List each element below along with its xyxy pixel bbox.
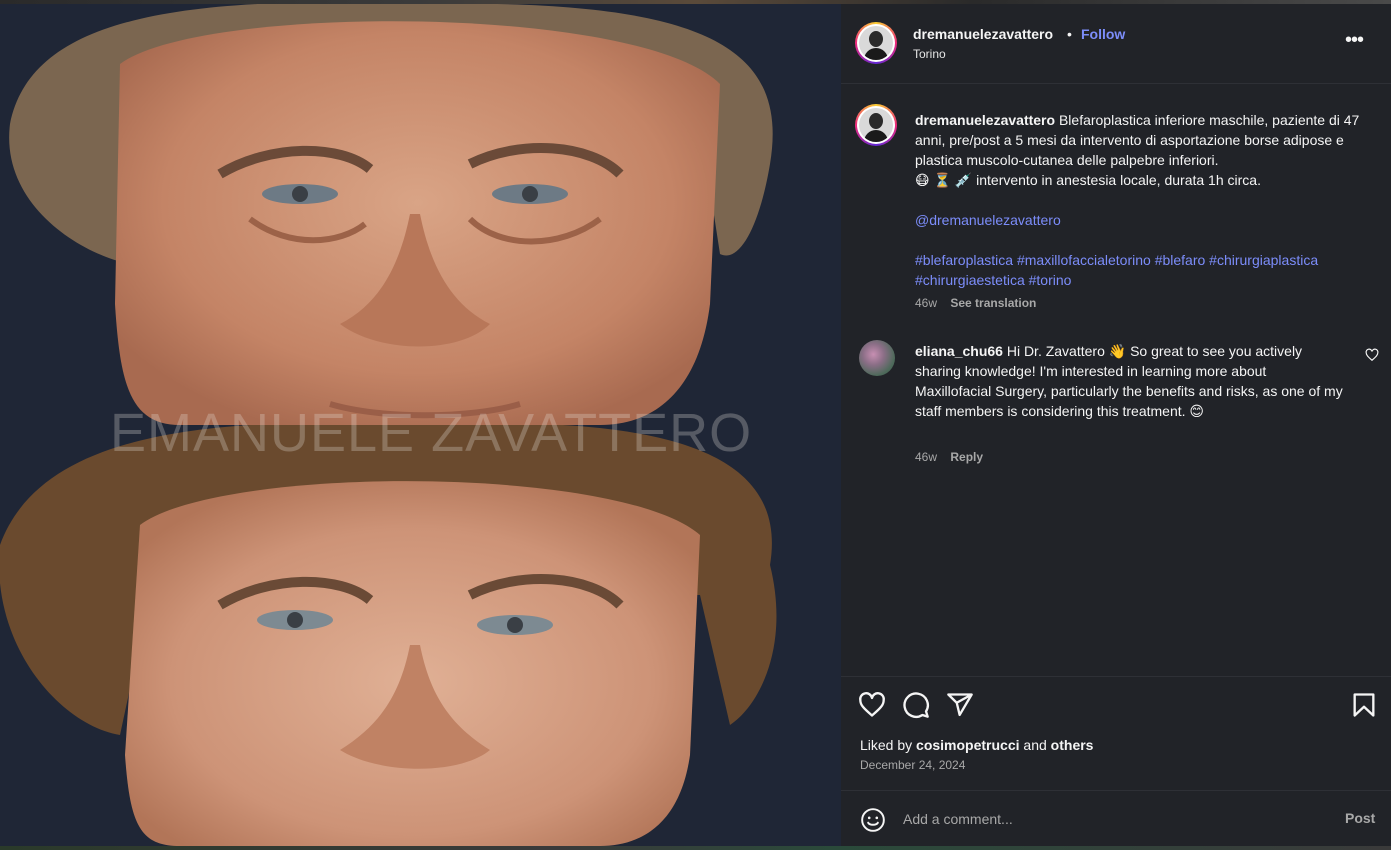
- add-comment-bar: Post: [841, 790, 1391, 846]
- heart-icon[interactable]: [858, 691, 886, 719]
- caption-age: 46w: [915, 296, 938, 310]
- caption-username[interactable]: dremanuelezavattero: [915, 112, 1055, 128]
- emoji-icon[interactable]: [860, 807, 886, 833]
- hashtag[interactable]: #blefaro: [1155, 252, 1206, 268]
- caption-meta: 46w See translation: [915, 296, 1046, 310]
- before-photo: [0, 4, 841, 425]
- post-sidebar: dremanuelezavattero • Follow Torino ••• …: [841, 4, 1391, 846]
- comment-meta: 46w Reply: [915, 450, 993, 464]
- media-watermark: EMANUELE ZAVATTERO: [110, 403, 753, 463]
- share-icon[interactable]: [946, 691, 974, 719]
- separator-dot: •: [1067, 26, 1072, 42]
- hashtag[interactable]: #chirurgiaplastica: [1209, 252, 1318, 268]
- author-avatar[interactable]: [855, 22, 897, 64]
- action-bar: [841, 676, 1391, 736]
- reply-button[interactable]: Reply: [950, 450, 983, 464]
- hashtag[interactable]: #blefaroplastica: [915, 252, 1013, 268]
- commenter-avatar[interactable]: [859, 340, 895, 376]
- hashtag[interactable]: #maxillofaccialetorino: [1017, 252, 1151, 268]
- follow-button[interactable]: Follow: [1081, 26, 1125, 42]
- comment-like-icon[interactable]: [1365, 348, 1379, 362]
- likes-conj: and: [1023, 737, 1047, 753]
- likes-others-link[interactable]: others: [1051, 737, 1094, 753]
- background-feed-strip-bottom: [0, 846, 1391, 850]
- caption-emoji-line: 😷 ⏳ 💉 intervento in anestesia locale, du…: [915, 172, 1261, 188]
- comment-age: 46w: [915, 450, 938, 464]
- after-photo: [0, 425, 841, 846]
- comment-item: eliana_chu66 Hi Dr. Zavattero 👋 So great…: [915, 341, 1345, 421]
- post-comment-button[interactable]: Post: [1345, 810, 1375, 826]
- bookmark-icon[interactable]: [1350, 691, 1378, 719]
- post-caption: dremanuelezavattero Blefaroplastica infe…: [915, 110, 1385, 290]
- see-translation-button[interactable]: See translation: [950, 296, 1036, 310]
- caption-mention[interactable]: @dremanuelezavattero: [915, 212, 1061, 228]
- comment-input[interactable]: [903, 807, 1323, 831]
- caption-author-avatar[interactable]: [855, 104, 897, 146]
- likes-prefix: Liked by: [860, 737, 913, 753]
- liker-username[interactable]: cosimopetrucci: [916, 737, 1019, 753]
- post-media[interactable]: EMANUELE ZAVATTERO: [0, 4, 841, 846]
- hashtag[interactable]: #chirurgiaestetica: [915, 272, 1025, 288]
- post-date[interactable]: December 24, 2024: [860, 758, 965, 772]
- more-icon[interactable]: •••: [1345, 30, 1364, 50]
- likes-summary: Liked by cosimopetrucci and others: [860, 737, 1093, 753]
- author-username[interactable]: dremanuelezavattero: [913, 26, 1053, 42]
- post-header: dremanuelezavattero • Follow Torino •••: [841, 4, 1391, 84]
- comment-icon[interactable]: [902, 691, 930, 719]
- comment-username[interactable]: eliana_chu66: [915, 343, 1003, 359]
- post-location[interactable]: Torino: [913, 47, 946, 61]
- hashtag[interactable]: #torino: [1029, 272, 1072, 288]
